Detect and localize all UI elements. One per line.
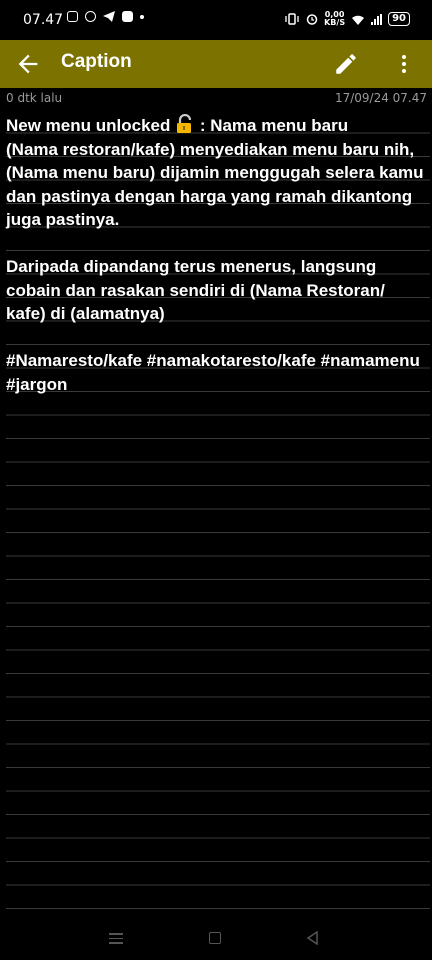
signal-icon <box>371 13 383 25</box>
more-notifications-icon <box>140 14 144 19</box>
telegram-icon <box>103 11 115 22</box>
edit-pencil-icon[interactable] <box>333 51 359 77</box>
note-editor[interactable]: New menu unlocked : Nama menu baru (Nama… <box>6 110 430 910</box>
net-speed-unit: KB/S <box>324 18 346 27</box>
battery-level: 90 <box>388 12 410 26</box>
last-edited-label: 0 dtk lalu <box>6 91 63 105</box>
unlocked-padlock-icon <box>177 114 192 133</box>
facebook-icon <box>122 11 133 22</box>
app-bar: Caption <box>0 40 432 88</box>
back-arrow-icon[interactable] <box>14 50 42 78</box>
note-body: (Nama restoran/kafe) menyediakan menu ba… <box>6 139 424 394</box>
recent-apps-button[interactable] <box>109 933 123 944</box>
wifi-icon <box>352 15 365 25</box>
notification-icons <box>67 11 144 22</box>
alarm-icon <box>306 14 318 25</box>
nav-back-button[interactable] <box>306 931 320 945</box>
net-speed: 0,00 KB/S <box>324 11 345 27</box>
status-bar: 07.47 0,00 KB/S 90 <box>0 0 432 40</box>
note-date: 17/09/24 07.47 <box>334 91 427 105</box>
status-time: 07.47 <box>23 12 64 28</box>
note-meta: 0 dtk lalu 17/09/24 07.47 <box>0 88 432 110</box>
vibrate-icon <box>285 13 299 25</box>
page-title: Caption <box>61 51 132 72</box>
system-status-icons: 0,00 KB/S 90 <box>284 11 410 27</box>
note-first-line-end: : Nama menu baru <box>195 116 349 135</box>
more-vert-icon[interactable] <box>392 51 416 77</box>
home-button[interactable] <box>209 932 221 944</box>
discord-icon <box>85 11 96 22</box>
instagram-icon <box>67 11 78 22</box>
note-text[interactable]: New menu unlocked : Nama menu baru (Nama… <box>6 110 428 396</box>
system-nav-bar <box>0 910 432 960</box>
note-first-line-start: New menu unlocked <box>6 116 176 135</box>
